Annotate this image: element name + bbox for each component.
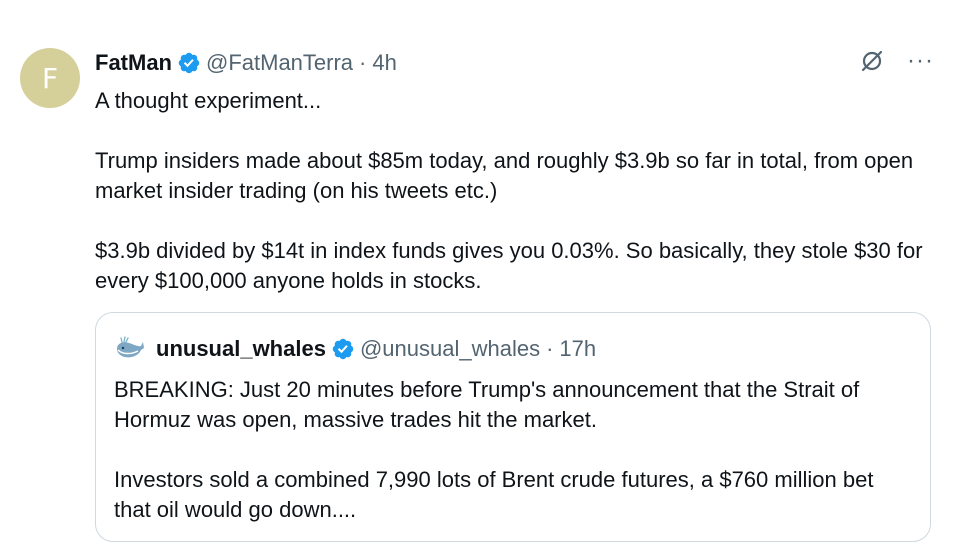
tweet-actions: ··· (859, 48, 934, 74)
quoted-paragraph-1: BREAKING: Just 20 minutes before Trump's… (114, 377, 860, 432)
tweet-time[interactable]: 4h (372, 50, 396, 76)
quoted-tweet-text: BREAKING: Just 20 minutes before Trump's… (114, 375, 904, 525)
quoted-paragraph-2: Investors sold a combined 7,990 lots of … (114, 467, 874, 522)
author-handle[interactable]: @FatManTerra (206, 50, 353, 76)
quoted-tweet[interactable]: unusual_whales @unusual_whales · 17h BRE… (95, 312, 931, 542)
separator-dot: · (359, 50, 367, 75)
verified-badge-icon (331, 337, 355, 361)
quoted-author-name: unusual_whales (156, 336, 326, 361)
grok-icon[interactable] (859, 48, 885, 74)
verified-badge-icon (177, 51, 201, 75)
whale-icon[interactable] (114, 333, 146, 365)
quoted-author-handle: @unusual_whales (359, 336, 541, 361)
author-avatar[interactable]: F (20, 48, 80, 108)
tweet-paragraph-3: $3.9b divided by $14t in index funds giv… (95, 238, 923, 293)
author-name[interactable]: FatMan (95, 50, 172, 76)
avatar-letter: F (41, 61, 59, 95)
quoted-tweet-header: unusual_whales @unusual_whales · 17h (114, 333, 596, 365)
tweet-paragraph-1: A thought experiment... (95, 88, 322, 113)
tweet-paragraph-2: Trump insiders made about $85m today, an… (95, 148, 914, 203)
quoted-tweet-time: 17h (559, 336, 597, 361)
separator-dot: · (546, 336, 554, 361)
more-icon[interactable]: ··· (907, 49, 934, 73)
tweet-header: FatMan @FatManTerra · 4h (95, 48, 397, 78)
tweet-text: A thought experiment... Trump insiders m… (95, 86, 925, 296)
